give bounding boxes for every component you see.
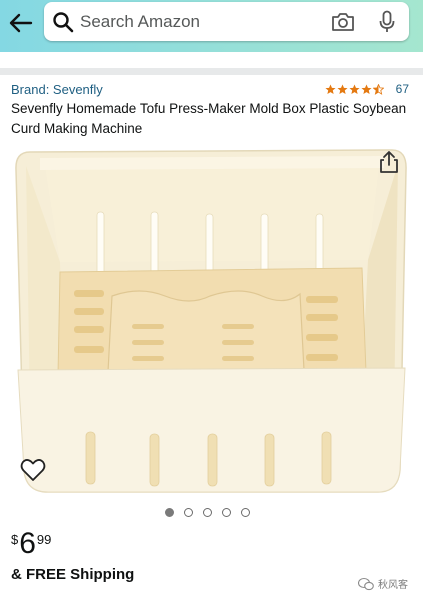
price-fraction: 99 [36, 532, 52, 547]
carousel-dot[interactable] [241, 508, 250, 517]
star-icon [337, 84, 348, 94]
back-arrow-glyph [9, 13, 33, 33]
wechat-logo-icon [358, 577, 374, 590]
carousel-dot[interactable] [203, 508, 212, 517]
product-image[interactable] [0, 140, 423, 505]
search-input[interactable] [80, 2, 320, 41]
carousel-dot[interactable] [222, 508, 231, 517]
watermark: 秋风客 [358, 576, 408, 591]
star-icon [349, 84, 360, 94]
carousel-dot[interactable] [184, 508, 193, 517]
heart-icon[interactable] [19, 456, 47, 484]
back-arrow-icon[interactable] [6, 8, 36, 38]
star-icon [361, 84, 372, 94]
shipping-info: & FREE Shipping [11, 566, 135, 583]
image-carousel-dots [165, 508, 250, 517]
top-bar [0, 0, 423, 52]
star-half-icon [372, 83, 384, 95]
share-icon[interactable] [372, 145, 406, 179]
price-currency: $ [11, 532, 19, 547]
search-icon[interactable] [52, 11, 74, 33]
star-icon [325, 84, 336, 94]
rating-widget[interactable]: 67 [325, 82, 409, 96]
product-title: Sevenfly Homemade Tofu Press-Maker Mold … [11, 101, 407, 136]
rating-count[interactable]: 67 [396, 82, 409, 96]
rating-stars [325, 83, 384, 95]
price-whole: 6 [19, 527, 36, 560]
brand-link[interactable]: Brand: Sevenfly [11, 82, 103, 97]
section-divider [0, 68, 423, 75]
price: $ 6 99 [11, 528, 51, 560]
watermark-text: 秋风客 [378, 580, 408, 591]
carousel-dot[interactable] [165, 508, 174, 517]
search-box[interactable] [44, 2, 409, 41]
microphone-icon[interactable] [378, 10, 396, 34]
share-glyph [380, 151, 398, 173]
camera-icon[interactable] [331, 11, 355, 33]
